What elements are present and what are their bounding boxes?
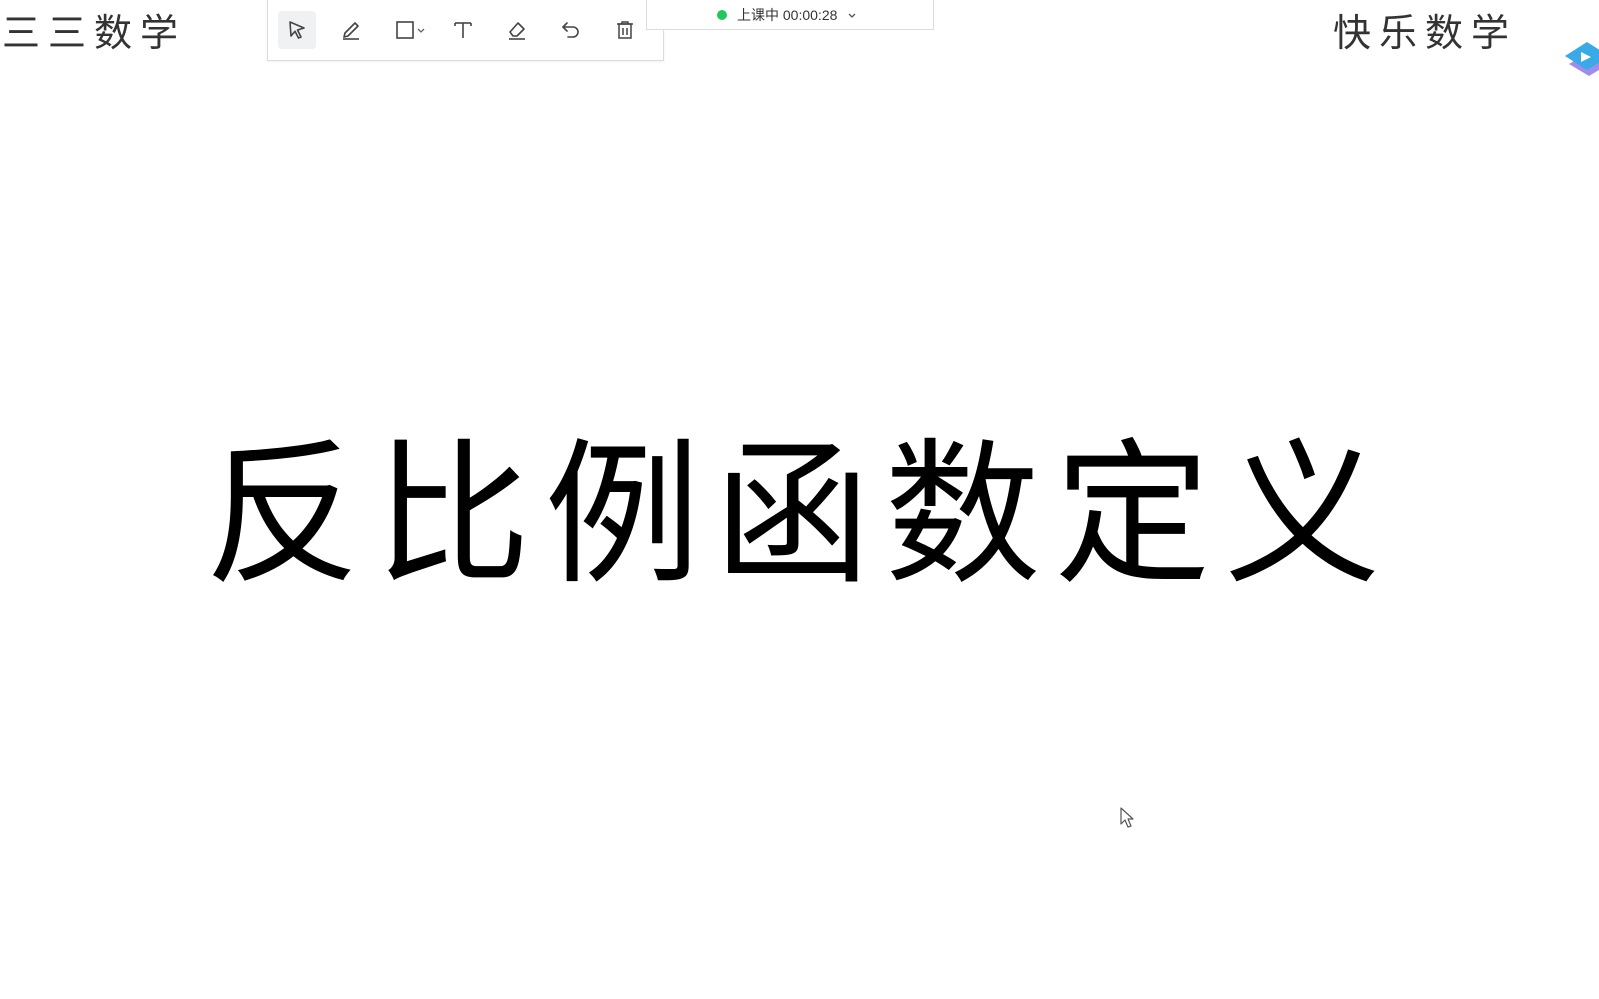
whiteboard-page: 三三数学 快乐数学 上课中 00:00:28 反比例函数定义 xyxy=(0,0,1599,999)
rectangle-shape-icon xyxy=(394,19,416,41)
brand-right-label: 快乐数学 xyxy=(1332,11,1517,55)
text-tool-button[interactable] xyxy=(444,11,482,49)
brand-left-label: 三三数学 xyxy=(2,11,187,55)
eraser-tool-button[interactable] xyxy=(498,11,536,49)
live-status-dot xyxy=(717,9,727,20)
trash-icon xyxy=(614,19,636,41)
eraser-icon xyxy=(505,18,529,42)
select-cursor-icon xyxy=(286,19,308,41)
app-logo-icon[interactable] xyxy=(1555,30,1599,90)
class-timer-label: 上课中 00:00:28 xyxy=(737,6,838,23)
select-tool-button[interactable] xyxy=(278,11,316,49)
drawing-toolbar xyxy=(267,0,664,61)
mouse-pointer-icon xyxy=(1119,806,1137,830)
chevron-down-icon[interactable] xyxy=(416,25,426,35)
chevron-down-icon xyxy=(847,10,857,20)
pen-icon xyxy=(339,18,363,42)
shape-tool-button[interactable] xyxy=(386,11,434,49)
pen-tool-button[interactable] xyxy=(332,11,370,49)
text-icon xyxy=(452,19,474,41)
clear-button[interactable] xyxy=(606,11,644,49)
undo-button[interactable] xyxy=(552,11,590,49)
slide-title: 反比例函数定义 xyxy=(204,424,1395,606)
class-status-dropdown[interactable]: 上课中 00:00:28 xyxy=(646,0,934,30)
undo-icon xyxy=(559,18,583,42)
